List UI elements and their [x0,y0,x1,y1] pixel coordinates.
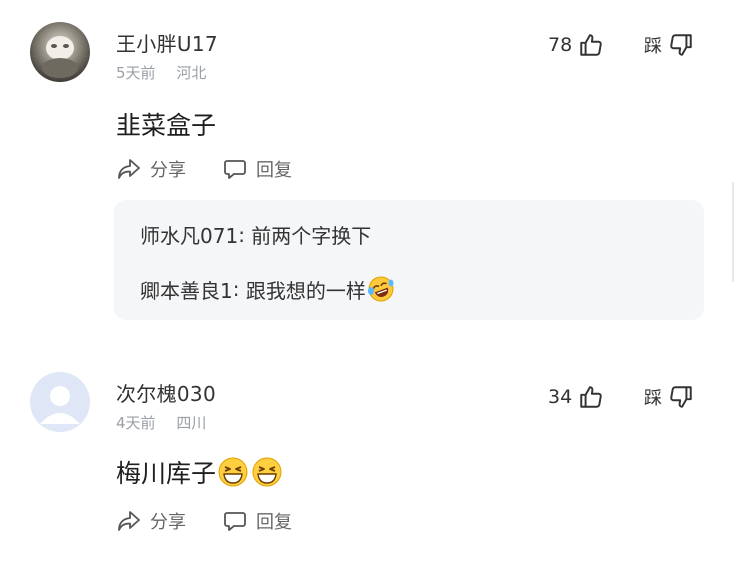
share-label: 分享 [150,512,186,533]
reply-button[interactable]: 回复 [222,156,292,182]
like-button[interactable]: 34 [548,384,604,410]
share-button[interactable]: 分享 [116,156,186,182]
comment-item: 次尔槐030 4天前 四川 34 踩 梅川库子 分享 回复 [0,350,742,575]
laughing-crying-emoji-icon [367,276,394,302]
grinning-squint-emoji-icon [252,457,282,487]
share-label: 分享 [150,160,186,181]
share-button[interactable]: 分享 [116,508,186,534]
username[interactable]: 次尔槐030 [116,378,216,407]
thumbs-down-icon [670,34,692,56]
speech-bubble-icon [224,512,246,531]
comment-actions: 分享 回复 [116,156,328,182]
comment-time: 4天前 [116,414,156,432]
reply-list[interactable]: 师水凡071 : 前两个字换下 卿本善良1 : 跟我想的一样 [114,200,704,320]
reply-label: 回复 [256,512,292,533]
like-count: 78 [548,34,573,56]
comment-meta: 4天前 四川 [116,412,222,433]
username[interactable]: 王小胖U17 [116,28,218,57]
comment-location: 河北 [176,64,207,82]
dislike-label: 踩 [644,36,662,57]
comment-text-row: 梅川库子 [116,454,284,490]
reply-text: 跟我想的一样 [245,278,366,303]
reply-item[interactable]: 卿本善良1 : 跟我想的一样 [140,274,396,304]
like-button[interactable]: 78 [548,32,604,58]
comment-meta: 5天前 河北 [116,62,222,83]
dislike-button[interactable]: 踩 [644,384,694,410]
speech-bubble-icon [224,160,246,179]
avatar[interactable] [30,372,90,432]
avatar[interactable] [30,22,90,82]
reply-text: 前两个字换下 [251,224,372,248]
reply-item[interactable]: 师水凡071 : 前两个字换下 [140,220,371,249]
reply-button[interactable]: 回复 [222,508,292,534]
reply-author[interactable]: 师水凡071 [140,220,238,249]
scrollbar[interactable] [732,182,734,282]
thumbs-down-icon [670,386,692,408]
reply-author[interactable]: 卿本善良1 [140,275,233,304]
comment-time: 5天前 [116,64,156,82]
thumbs-up-icon [580,34,602,56]
comment-actions: 分享 回复 [116,508,328,534]
share-arrow-icon [118,511,140,531]
reply-separator: : [232,277,246,301]
reply-separator: : [238,222,252,247]
dislike-label: 踩 [644,388,662,409]
comment-location: 四川 [176,414,207,432]
share-arrow-icon [118,159,140,179]
dislike-button[interactable]: 踩 [644,32,694,58]
comment-text: 韭菜盒子 [116,111,217,140]
grinning-squint-emoji-icon [218,457,248,487]
reply-label: 回复 [256,160,292,181]
comment-text: 梅川库子 [116,459,217,488]
like-count: 34 [548,386,573,408]
thumbs-up-icon [580,386,602,408]
